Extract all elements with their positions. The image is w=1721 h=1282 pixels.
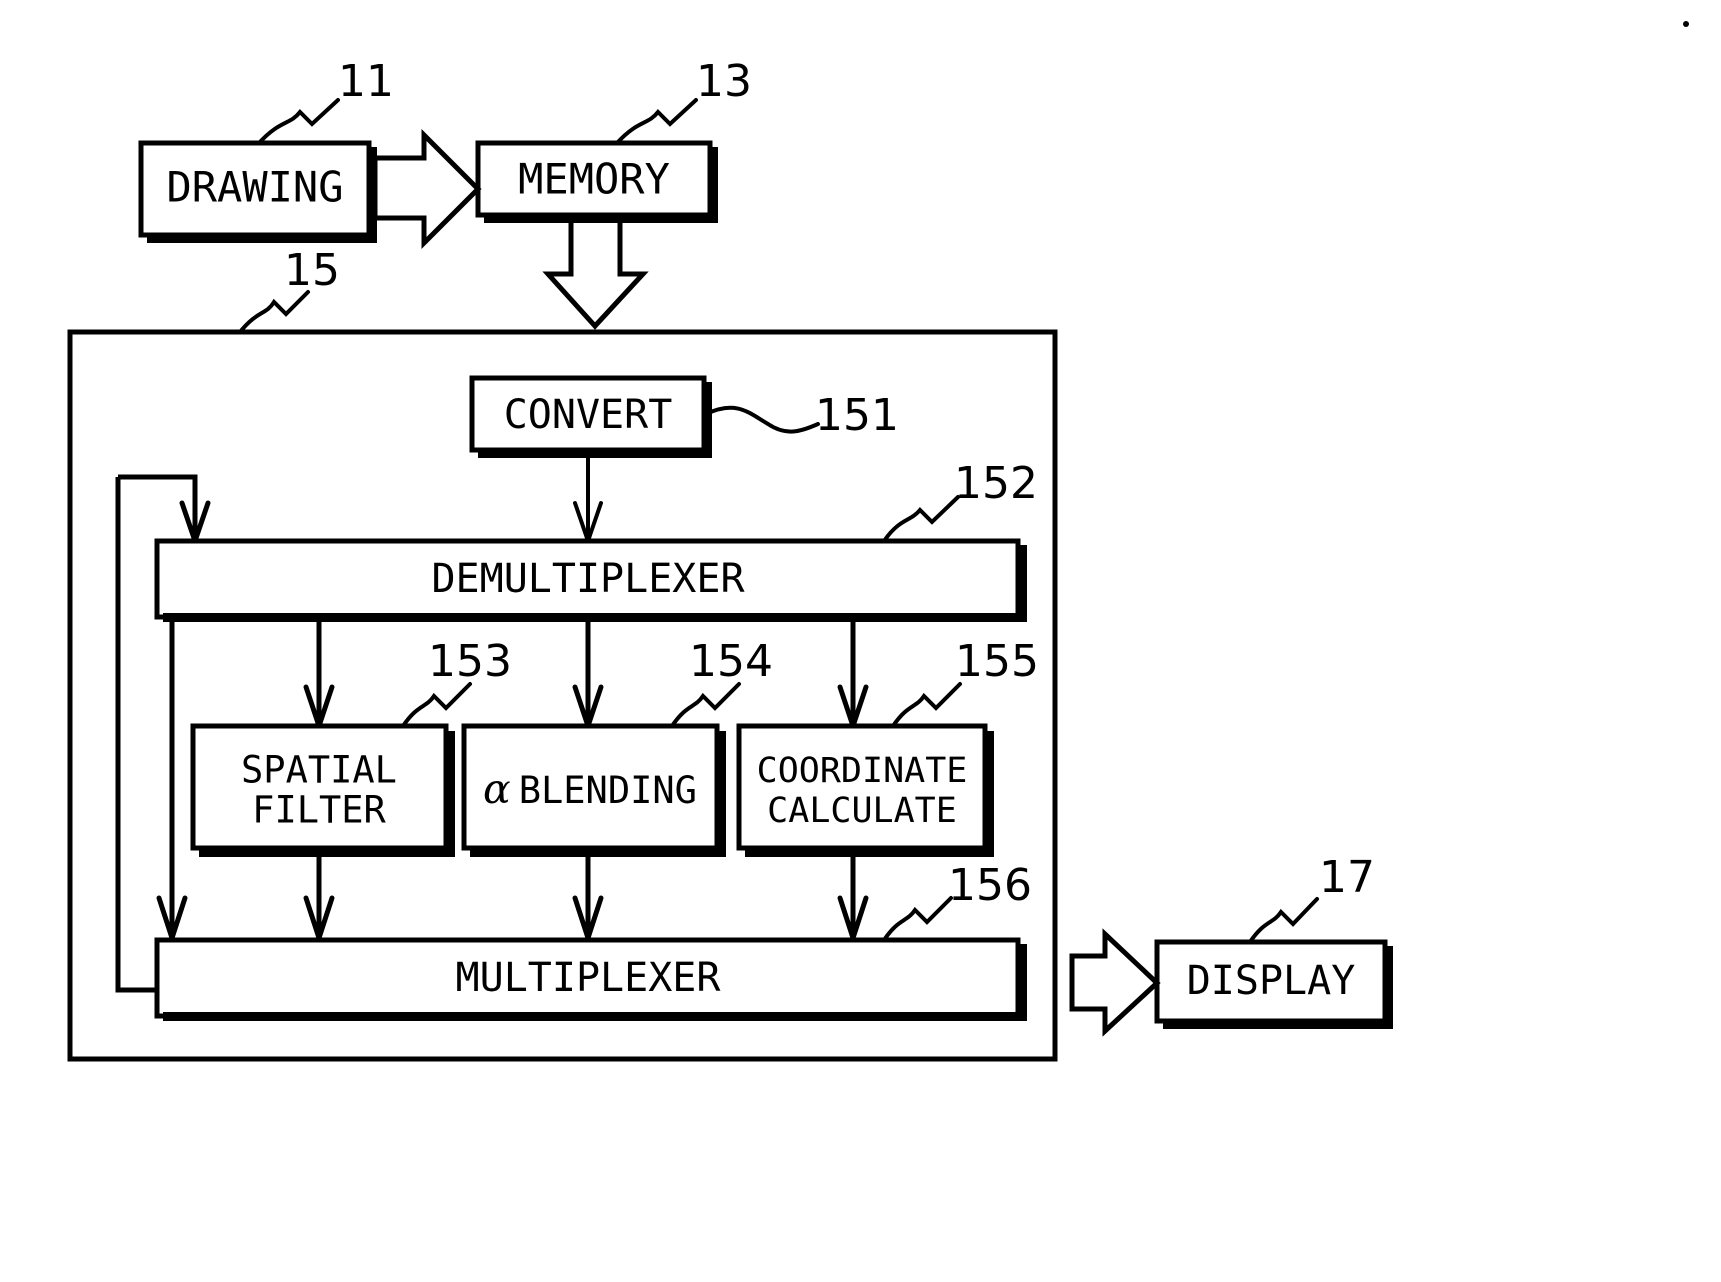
ref-leader-15: 15 bbox=[238, 245, 340, 334]
drawing-to-memory-block-arrow bbox=[372, 128, 482, 250]
diagram-canvas: DRAWING MEMORY CONVERT DEMULTIPLEXER SPA… bbox=[67, 21, 1689, 1062]
drawing-label: DRAWING bbox=[166, 163, 343, 212]
spatial-label-line2: FILTER bbox=[252, 789, 386, 832]
feedback-rail-to-mux bbox=[115, 477, 157, 993]
mux-to-display-block-arrow bbox=[1069, 928, 1161, 1037]
spatial-filter-block: SPATIAL FILTER bbox=[190, 723, 455, 857]
ref-leader-154: 154 bbox=[670, 636, 773, 728]
ref-number-17: 17 bbox=[1319, 852, 1375, 903]
ref-number-155: 155 bbox=[955, 636, 1039, 687]
ref-number-151: 151 bbox=[815, 390, 899, 441]
ref-leader-13: 13 bbox=[615, 56, 752, 145]
alpha-symbol: α bbox=[483, 765, 511, 813]
coordinate-calculate-block: COORDINATE CALCULATE bbox=[736, 723, 994, 857]
memory-label: MEMORY bbox=[518, 155, 670, 204]
page-speck bbox=[1683, 21, 1689, 27]
display-block: DISPLAY bbox=[1154, 939, 1393, 1029]
patent-figure: DRAWING MEMORY CONVERT DEMULTIPLEXER SPA… bbox=[0, 0, 1721, 1282]
blending-label-group: α BLENDING bbox=[483, 765, 697, 813]
drawing-block: DRAWING bbox=[138, 140, 377, 243]
blending-label: BLENDING bbox=[519, 769, 697, 812]
mux-label: MULTIPLEXER bbox=[456, 955, 722, 1001]
ref-leader-155: 155 bbox=[891, 636, 1039, 728]
alpha-blending-block: α BLENDING bbox=[461, 723, 726, 857]
multiplexer-block: MULTIPLEXER bbox=[154, 937, 1027, 1021]
demux-label: DEMULTIPLEXER bbox=[431, 556, 745, 602]
display-label: DISPLAY bbox=[1187, 958, 1356, 1004]
demux-bypass-to-mux-arrow bbox=[156, 621, 188, 941]
convert-to-demux-arrow bbox=[573, 458, 603, 543]
coordinate-to-mux-arrow bbox=[837, 855, 869, 941]
ref-number-154: 154 bbox=[689, 636, 773, 687]
ref-leader-156: 156 bbox=[882, 860, 1032, 942]
spatial-label-line1: SPATIAL bbox=[241, 749, 397, 792]
ref-number-15: 15 bbox=[284, 245, 340, 296]
coordinate-label-line1: COORDINATE bbox=[757, 751, 968, 791]
ref-number-13: 13 bbox=[696, 56, 752, 107]
ref-number-153: 153 bbox=[428, 636, 512, 687]
ref-number-156: 156 bbox=[948, 860, 1032, 911]
ref-number-11: 11 bbox=[338, 56, 394, 107]
feedback-bypass-into-demux bbox=[118, 474, 211, 544]
demux-to-coordinate-arrow bbox=[837, 621, 869, 729]
ref-leader-151: 151 bbox=[704, 390, 899, 441]
demux-to-blending-arrow bbox=[572, 621, 604, 729]
processor-container-box bbox=[67, 329, 1058, 1062]
convert-block: CONVERT bbox=[469, 375, 712, 458]
ref-leader-11: 11 bbox=[257, 56, 394, 145]
memory-to-processor-block-arrow bbox=[542, 216, 649, 330]
coordinate-label-line2: CALCULATE bbox=[767, 791, 957, 831]
ref-leader-153: 153 bbox=[401, 636, 512, 728]
spatial-to-mux-arrow bbox=[303, 855, 335, 941]
ref-leader-17: 17 bbox=[1248, 852, 1375, 944]
blending-to-mux-arrow bbox=[572, 855, 604, 941]
memory-block: MEMORY bbox=[475, 140, 718, 223]
ref-number-152: 152 bbox=[954, 458, 1038, 509]
convert-label: CONVERT bbox=[504, 392, 673, 438]
demux-to-spatial-arrow bbox=[303, 621, 335, 729]
demultiplexer-block: DEMULTIPLEXER bbox=[154, 538, 1027, 622]
ref-leader-152: 152 bbox=[882, 458, 1038, 543]
